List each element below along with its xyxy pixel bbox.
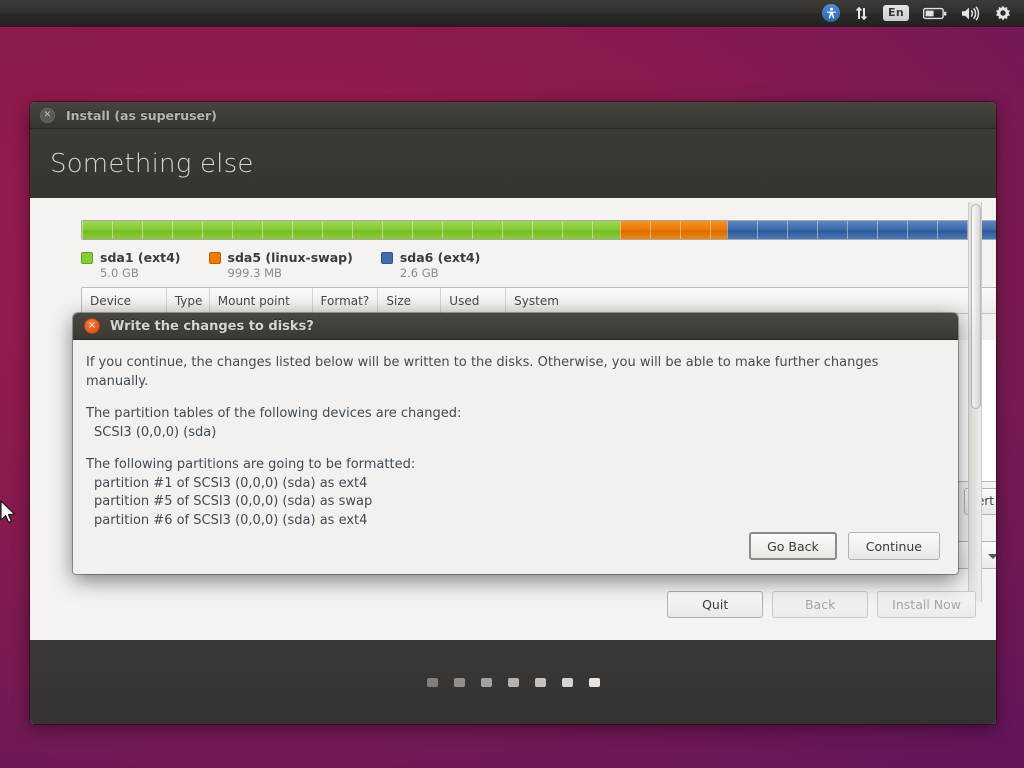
dialog-list-item: partition #5 of SCSI3 (0,0,0) (sda) as s… <box>86 493 942 512</box>
quit-button[interactable]: Quit <box>667 591 763 618</box>
continue-button[interactable]: Continue <box>848 532 940 560</box>
partition-legend: sda1 (ext4)5.0 GB sda5 (linux-swap)999.3 … <box>81 250 508 280</box>
progress-dot <box>508 678 519 687</box>
dialog-title: Write the changes to disks? <box>110 319 314 334</box>
bottom-action-bar: Quit Back Install Now <box>667 591 976 618</box>
table-column-header[interactable]: Size <box>378 288 441 314</box>
window-header: Something else <box>30 129 996 198</box>
dialog-list-item: partition #6 of SCSI3 (0,0,0) (sda) as e… <box>86 512 942 531</box>
back-button: Back <box>772 591 868 618</box>
legend-item: sda1 (ext4)5.0 GB <box>81 250 181 280</box>
keyboard-layout-label: En <box>883 5 909 21</box>
progress-dot <box>589 678 600 687</box>
legend-size: 2.6 GB <box>400 266 481 280</box>
progress-dot <box>481 678 492 687</box>
network-icon[interactable] <box>847 0 876 26</box>
table-column-header[interactable]: Type <box>167 288 210 314</box>
write-changes-dialog: × Write the changes to disks? If you con… <box>73 313 958 574</box>
keyboard-layout-indicator[interactable]: En <box>876 0 916 26</box>
partition-segment[interactable] <box>620 221 727 239</box>
vertical-scrollbar[interactable] <box>968 202 982 602</box>
scrollbar-thumb[interactable] <box>971 204 981 409</box>
dialog-titlebar: × Write the changes to disks? <box>73 313 958 340</box>
battery-glyph <box>923 7 947 20</box>
legend-item: sda6 (ext4)2.6 GB <box>381 250 481 280</box>
spacer <box>86 391 942 405</box>
system-menu-icon[interactable] <box>988 0 1018 26</box>
legend-label: sda5 (linux-swap) <box>228 250 353 265</box>
speaker-glyph <box>961 6 981 21</box>
table-column-header[interactable]: Mount point <box>210 288 313 314</box>
progress-dot <box>427 678 438 687</box>
dialog-intro-text: If you continue, the changes listed belo… <box>86 354 942 391</box>
gear-glyph <box>995 5 1011 21</box>
legend-swatch <box>381 252 393 264</box>
legend-label: sda6 (ext4) <box>400 250 481 265</box>
partition-tables-heading: The partition tables of the following de… <box>86 405 942 424</box>
legend-item: sda5 (linux-swap)999.3 MB <box>209 250 353 280</box>
legend-swatch <box>81 252 93 264</box>
install-now-button: Install Now <box>877 591 976 618</box>
up-down-arrows-glyph <box>854 6 869 21</box>
battery-icon[interactable] <box>916 0 954 26</box>
progress-dots <box>427 678 600 687</box>
dialog-action-bar: Go Back Continue <box>749 532 940 560</box>
close-icon[interactable]: × <box>84 318 100 334</box>
chevron-down-glyph <box>988 554 997 559</box>
go-back-button[interactable]: Go Back <box>749 532 837 560</box>
partition-bar[interactable] <box>81 220 996 240</box>
window-footer <box>30 640 996 724</box>
close-icon[interactable]: × <box>40 108 55 123</box>
accessibility-person-icon <box>825 7 838 20</box>
window-titlebar: × Install (as superuser) <box>30 102 996 129</box>
table-header-row: DeviceTypeMount pointFormat?SizeUsedSyst… <box>82 288 996 314</box>
progress-dot <box>535 678 546 687</box>
legend-size: 999.3 MB <box>228 266 353 280</box>
accessibility-glyph <box>822 4 840 22</box>
partition-bar-container <box>81 220 996 240</box>
dialog-list-item: partition #1 of SCSI3 (0,0,0) (sda) as e… <box>86 475 942 494</box>
partition-segment[interactable] <box>82 221 620 239</box>
dialog-body: If you continue, the changes listed belo… <box>73 340 958 530</box>
partition-segment[interactable] <box>727 221 996 239</box>
legend-label: sda1 (ext4) <box>100 250 181 265</box>
table-column-header[interactable]: Format? <box>313 288 379 314</box>
page-title: Something else <box>50 149 254 179</box>
partition-tables-list: SCSI3 (0,0,0) (sda) <box>86 424 942 443</box>
format-list: partition #1 of SCSI3 (0,0,0) (sda) as e… <box>86 475 942 531</box>
cursor-arrow-icon <box>0 500 20 528</box>
volume-icon[interactable] <box>954 0 988 26</box>
spacer <box>86 442 942 456</box>
legend-size: 5.0 GB <box>100 266 181 280</box>
window-title: Install (as superuser) <box>66 108 217 123</box>
format-heading: The following partitions are going to be… <box>86 456 942 475</box>
table-column-header[interactable]: Used <box>441 288 506 314</box>
top-panel: En <box>0 0 1024 26</box>
mouse-cursor <box>0 500 20 532</box>
legend-swatch <box>209 252 221 264</box>
accessibility-icon[interactable] <box>815 0 847 26</box>
table-column-header[interactable]: System <box>506 288 996 314</box>
table-column-header[interactable]: Device <box>82 288 167 314</box>
progress-dot <box>562 678 573 687</box>
dialog-list-item: SCSI3 (0,0,0) (sda) <box>86 424 942 443</box>
progress-dot <box>454 678 465 687</box>
